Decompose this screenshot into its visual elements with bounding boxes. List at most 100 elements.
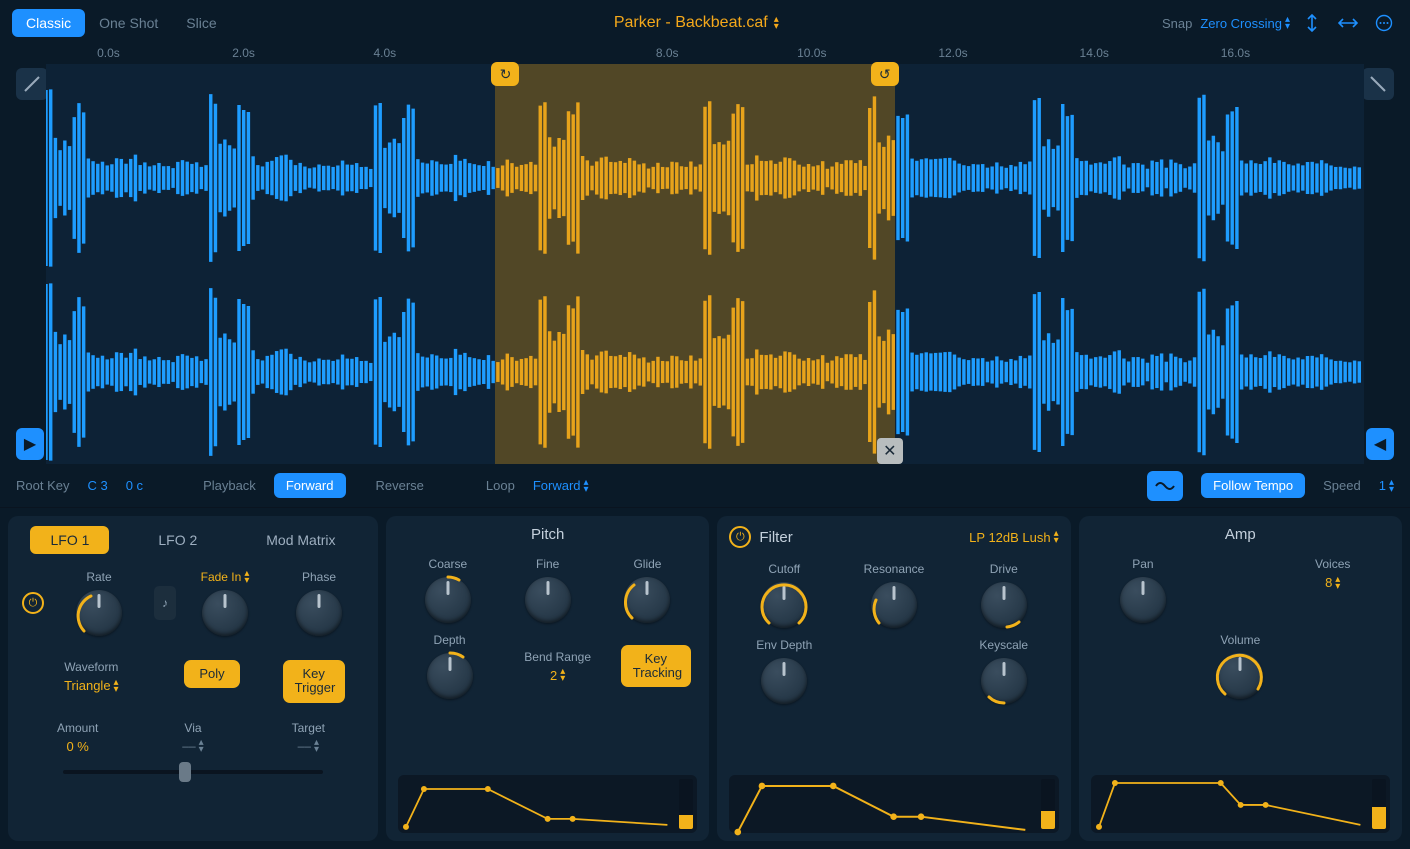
rootkey-label: Root Key bbox=[16, 478, 69, 493]
sample-title-text: Parker - Backbeat.caf bbox=[614, 14, 768, 32]
playback-reverse-button[interactable]: Reverse bbox=[364, 473, 436, 498]
resonance-knob[interactable] bbox=[871, 582, 917, 628]
pan-label: Pan bbox=[1132, 557, 1153, 571]
lfo-tabs: LFO 1 LFO 2 Mod Matrix bbox=[20, 526, 366, 554]
ruler-mark: 10.0s bbox=[797, 46, 826, 60]
snap-value[interactable]: Zero Crossing▴▾ bbox=[1200, 16, 1290, 31]
amount-slider[interactable] bbox=[63, 770, 323, 774]
pan-knob[interactable] bbox=[1120, 577, 1166, 623]
playback-forward-button[interactable]: Forward bbox=[274, 473, 346, 498]
snap-area: Snap Zero Crossing▴▾ bbox=[1162, 9, 1398, 37]
snap-label: Snap bbox=[1162, 16, 1192, 31]
env-meter bbox=[1372, 779, 1386, 829]
fade-out-handle[interactable] bbox=[1362, 68, 1394, 100]
fade-in-handle[interactable] bbox=[16, 68, 48, 100]
tab-oneshot[interactable]: One Shot bbox=[85, 9, 172, 37]
envdepth-knob[interactable] bbox=[761, 658, 807, 704]
speed-label: Speed bbox=[1323, 478, 1361, 493]
env-meter bbox=[679, 779, 693, 829]
poly-button[interactable]: Poly bbox=[184, 660, 240, 688]
fine-knob[interactable] bbox=[525, 577, 571, 623]
amount-value[interactable]: 0 % bbox=[66, 739, 88, 754]
fade-label[interactable]: Fade In▴▾ bbox=[201, 570, 250, 584]
follow-tempo-button[interactable]: Follow Tempo bbox=[1201, 473, 1305, 498]
amp-panel: Amp Pan Voices8▴▾ Volume bbox=[1079, 516, 1402, 841]
waveform-display[interactable]: ▶ ◀ C3 0.0s 2.0s 4.0s 8.0s 10.0s 12.0s 1… bbox=[8, 46, 1402, 464]
pitch-envelope[interactable] bbox=[398, 775, 697, 833]
loop-start-handle[interactable]: ↻ bbox=[491, 62, 519, 86]
amp-envelope[interactable] bbox=[1091, 775, 1390, 833]
more-icon[interactable] bbox=[1370, 9, 1398, 37]
lfo-power-button[interactable]: ⏻ bbox=[22, 592, 44, 614]
fade-knob[interactable] bbox=[202, 590, 248, 636]
loop-end-handle[interactable]: ↺ bbox=[871, 62, 899, 86]
keytrigger-button[interactable]: Key Trigger bbox=[283, 660, 345, 703]
slider-thumb[interactable] bbox=[179, 762, 191, 782]
horizontal-zoom-icon[interactable] bbox=[1334, 9, 1362, 37]
fine-label: Fine bbox=[536, 557, 559, 571]
bendrange-value[interactable]: 2▴▾ bbox=[550, 668, 565, 683]
tab-slice[interactable]: Slice bbox=[172, 9, 230, 37]
lfo-panel: LFO 1 LFO 2 Mod Matrix ⏻ Rate ♪ Fade In▴… bbox=[8, 516, 378, 841]
resonance-label: Resonance bbox=[864, 562, 925, 576]
filter-title: Filter bbox=[759, 529, 792, 546]
playback-bar: Root Key C 3 0 c Playback Forward Revers… bbox=[0, 464, 1410, 508]
drive-knob[interactable] bbox=[981, 582, 1027, 628]
phase-label: Phase bbox=[302, 570, 336, 584]
envdepth-label: Env Depth bbox=[756, 638, 812, 652]
waveform-value[interactable]: Triangle▴▾ bbox=[64, 678, 119, 693]
drive-label: Drive bbox=[990, 562, 1018, 576]
bendrange-label: Bend Range bbox=[524, 650, 591, 664]
time-ruler: 0.0s 2.0s 4.0s 8.0s 10.0s 12.0s 14.0s 16… bbox=[91, 46, 1319, 64]
filter-power-button[interactable]: ⏻ bbox=[729, 526, 751, 548]
waveform-canvas[interactable]: ↻ ↺ ✕ bbox=[46, 64, 1364, 464]
via-label: Via bbox=[184, 721, 201, 735]
rootkey-cents[interactable]: 0 c bbox=[126, 478, 143, 493]
cutoff-label: Cutoff bbox=[768, 562, 800, 576]
amount-label: Amount bbox=[57, 721, 98, 735]
speed-value[interactable]: 1▴▾ bbox=[1379, 478, 1394, 493]
ruler-mark: 0.0s bbox=[97, 46, 120, 60]
ruler-mark: 2.0s bbox=[232, 46, 255, 60]
tab-modmatrix[interactable]: Mod Matrix bbox=[246, 526, 355, 554]
depth-label: Depth bbox=[434, 633, 466, 647]
pitch-panel: Pitch Coarse Fine Glide Depth Bend Range… bbox=[386, 516, 709, 841]
filter-type[interactable]: LP 12dB Lush▴▾ bbox=[969, 530, 1058, 545]
waveform-label: Waveform bbox=[64, 660, 118, 674]
cutoff-knob[interactable] bbox=[761, 582, 807, 628]
tab-lfo2[interactable]: LFO 2 bbox=[138, 526, 217, 554]
mode-tabs: Classic One Shot Slice bbox=[12, 9, 231, 37]
target-label: Target bbox=[292, 721, 325, 735]
sync-note-button[interactable]: ♪ bbox=[154, 586, 176, 620]
loop-mode[interactable]: Forward▴▾ bbox=[533, 478, 589, 493]
volume-knob[interactable] bbox=[1217, 653, 1263, 699]
ruler-mark: 4.0s bbox=[373, 46, 396, 60]
filter-envelope[interactable] bbox=[729, 775, 1058, 833]
pitch-title: Pitch bbox=[398, 526, 697, 543]
rate-knob[interactable] bbox=[76, 590, 122, 636]
volume-label: Volume bbox=[1220, 633, 1260, 647]
bottom-panels: LFO 1 LFO 2 Mod Matrix ⏻ Rate ♪ Fade In▴… bbox=[0, 508, 1410, 849]
wave-timeline: 0.0s 2.0s 4.0s 8.0s 10.0s 12.0s 14.0s 16… bbox=[46, 46, 1364, 464]
sample-title[interactable]: Parker - Backbeat.caf ▴▾ bbox=[237, 14, 1156, 32]
clear-loop-button[interactable]: ✕ bbox=[877, 438, 903, 464]
tab-lfo1[interactable]: LFO 1 bbox=[30, 526, 109, 554]
depth-knob[interactable] bbox=[427, 653, 473, 699]
keytracking-button[interactable]: Key Tracking bbox=[621, 645, 691, 688]
glide-knob[interactable] bbox=[624, 577, 670, 623]
tab-classic[interactable]: Classic bbox=[12, 9, 85, 37]
voices-value[interactable]: 8▴▾ bbox=[1325, 575, 1340, 590]
rootkey-note[interactable]: C 3 bbox=[87, 478, 107, 493]
scroll-right-button[interactable]: ◀ bbox=[1366, 428, 1394, 460]
coarse-knob[interactable] bbox=[425, 577, 471, 623]
playback-label: Playback bbox=[203, 478, 256, 493]
voices-label: Voices bbox=[1315, 557, 1350, 571]
via-value[interactable]: ––▴▾ bbox=[182, 739, 203, 753]
keyscale-knob[interactable] bbox=[981, 658, 1027, 704]
phase-knob[interactable] bbox=[296, 590, 342, 636]
scroll-left-button[interactable]: ▶ bbox=[16, 428, 44, 460]
keyscale-label: Keyscale bbox=[979, 638, 1028, 652]
vertical-zoom-icon[interactable] bbox=[1298, 9, 1326, 37]
flex-button[interactable] bbox=[1147, 471, 1183, 501]
target-value[interactable]: ––▴▾ bbox=[298, 739, 319, 753]
